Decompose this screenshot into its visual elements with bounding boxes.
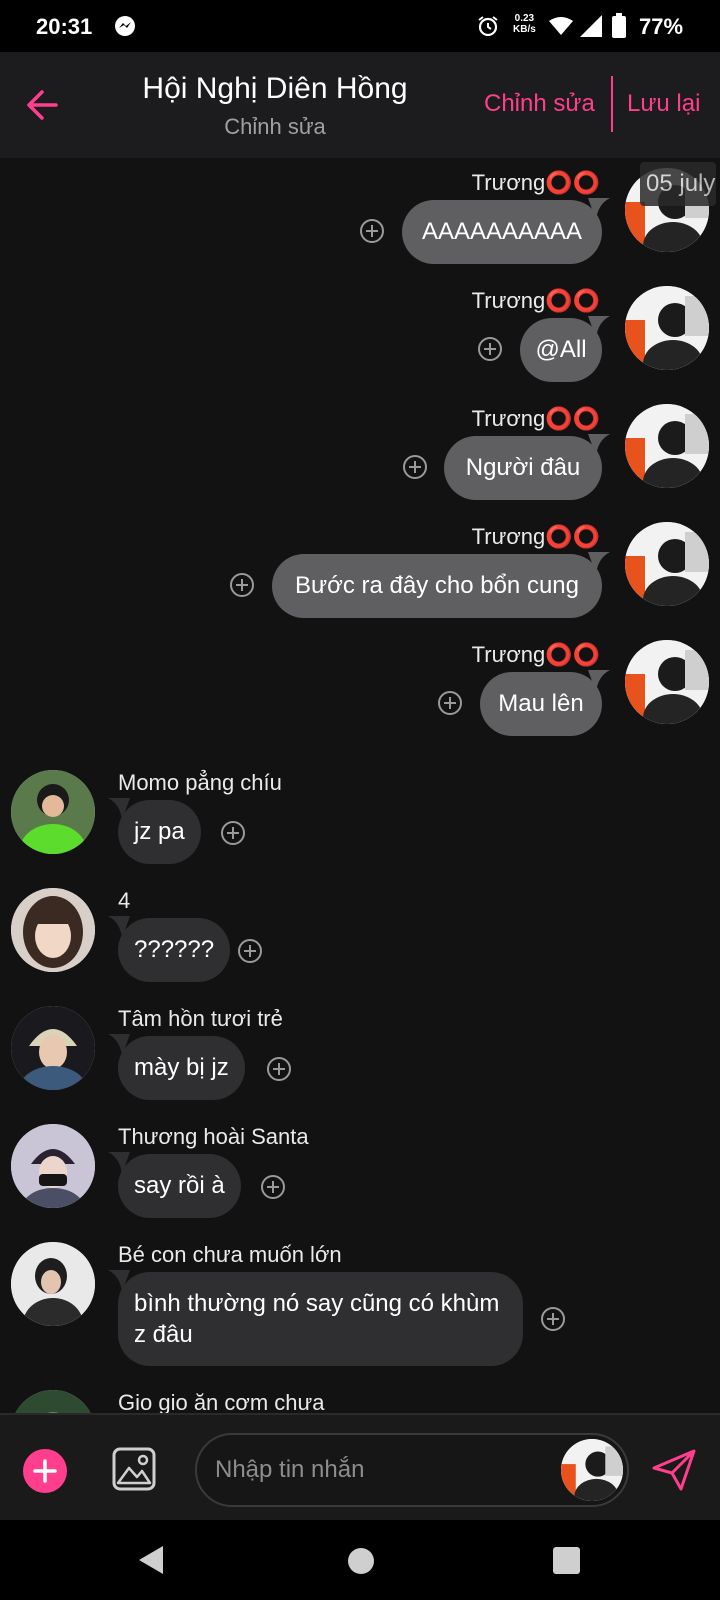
message-bubble[interactable]: ??????	[118, 918, 231, 982]
attach-plus-button[interactable]	[23, 1449, 67, 1493]
add-reaction-icon[interactable]	[477, 336, 503, 362]
bubble-tail	[588, 434, 610, 456]
avatar[interactable]	[625, 640, 709, 724]
add-reaction-icon[interactable]	[220, 820, 246, 846]
image-icon[interactable]	[111, 1446, 157, 1492]
message-bubble[interactable]: mày bị jz	[118, 1036, 245, 1100]
avatar[interactable]	[11, 1006, 95, 1090]
wifi-icon	[549, 17, 573, 35]
add-reaction-icon[interactable]	[266, 1056, 292, 1082]
bubble-tail	[588, 198, 610, 220]
page-subtitle: Chỉnh sửa	[224, 114, 326, 139]
sender-name: Tâm hồn tươi trẻ	[118, 1006, 283, 1031]
message-bubble[interactable]: Mau lên	[480, 672, 602, 736]
chat-message-list[interactable]: Trương⭕⭕ AAAAAAAAAA 05 july Trương⭕⭕ @Al…	[0, 158, 720, 1413]
signal-icon	[580, 15, 602, 37]
avatar[interactable]	[625, 286, 709, 370]
plus-icon	[33, 1459, 57, 1483]
sender-name: Trương⭕⭕	[471, 288, 600, 313]
messenger-icon	[115, 16, 135, 36]
nav-home-icon[interactable]	[348, 1548, 374, 1574]
sender-name: Thương hoài Santa	[118, 1124, 309, 1149]
page-title: Hội Nghị Diên Hồng	[142, 72, 408, 105]
avatar[interactable]	[11, 888, 95, 972]
sender-name: Gio gio ăn cơm chưa	[118, 1390, 325, 1413]
add-reaction-icon[interactable]	[402, 454, 428, 480]
system-nav-bar	[0, 1520, 720, 1600]
sender-name: Trương⭕⭕	[471, 642, 600, 667]
sender-name: Momo pẳng chíu	[118, 770, 282, 795]
date-chip: 05 july	[640, 162, 716, 206]
status-time: 20:31	[36, 14, 93, 39]
message-bubble[interactable]: AAAAAAAAAA	[402, 200, 602, 264]
edit-button[interactable]: Chỉnh sửa	[484, 90, 595, 118]
add-reaction-icon[interactable]	[437, 690, 463, 716]
avatar[interactable]	[11, 1124, 95, 1208]
add-reaction-icon[interactable]	[359, 218, 385, 244]
avatar[interactable]	[11, 1390, 95, 1413]
message-bubble[interactable]: say rồi à	[118, 1154, 241, 1218]
battery-icon	[612, 13, 626, 38]
sender-name: Trương⭕⭕	[471, 406, 600, 431]
add-reaction-icon[interactable]	[540, 1306, 566, 1332]
bubble-tail	[588, 316, 610, 338]
message-composer	[0, 1413, 720, 1520]
sender-name: Bé con chưa muốn lớn	[118, 1242, 342, 1267]
message-bubble[interactable]: Người đâu	[444, 436, 602, 500]
header-divider	[611, 76, 613, 132]
add-reaction-icon[interactable]	[229, 572, 255, 598]
add-reaction-icon[interactable]	[237, 938, 263, 964]
avatar[interactable]	[561, 1439, 623, 1501]
message-bubble[interactable]: jz pa	[118, 800, 201, 864]
bubble-tail	[588, 552, 610, 574]
bubble-tail	[588, 670, 610, 692]
sender-name: 4	[118, 888, 131, 913]
back-arrow-icon[interactable]	[22, 85, 62, 125]
sender-name: Trương⭕⭕	[471, 170, 600, 195]
avatar[interactable]	[625, 404, 709, 488]
nav-back-icon[interactable]	[137, 1544, 165, 1576]
message-bubble[interactable]: bình thường nó say cũng có khùm z đâu	[118, 1272, 523, 1366]
battery-percent: 77%	[639, 14, 684, 39]
avatar[interactable]	[11, 1242, 95, 1326]
send-icon[interactable]	[651, 1448, 697, 1492]
save-button[interactable]: Lưu lại	[627, 90, 700, 118]
status-bar: 20:31 0.23 KB/s 77%	[0, 0, 720, 52]
message-bubble[interactable]: Bước ra đây cho bổn cung	[272, 554, 602, 618]
avatar[interactable]	[625, 522, 709, 606]
alarm-icon	[478, 16, 498, 37]
avatar[interactable]	[11, 770, 95, 854]
sender-name: Trương⭕⭕	[471, 524, 600, 549]
nav-recents-icon[interactable]	[553, 1547, 580, 1574]
network-speed: 0.23 KB/s	[513, 13, 536, 35]
add-reaction-icon[interactable]	[260, 1174, 286, 1200]
app-bar: Hội Nghị Diên Hồng Chỉnh sửa Chỉnh sửa L…	[0, 52, 720, 158]
